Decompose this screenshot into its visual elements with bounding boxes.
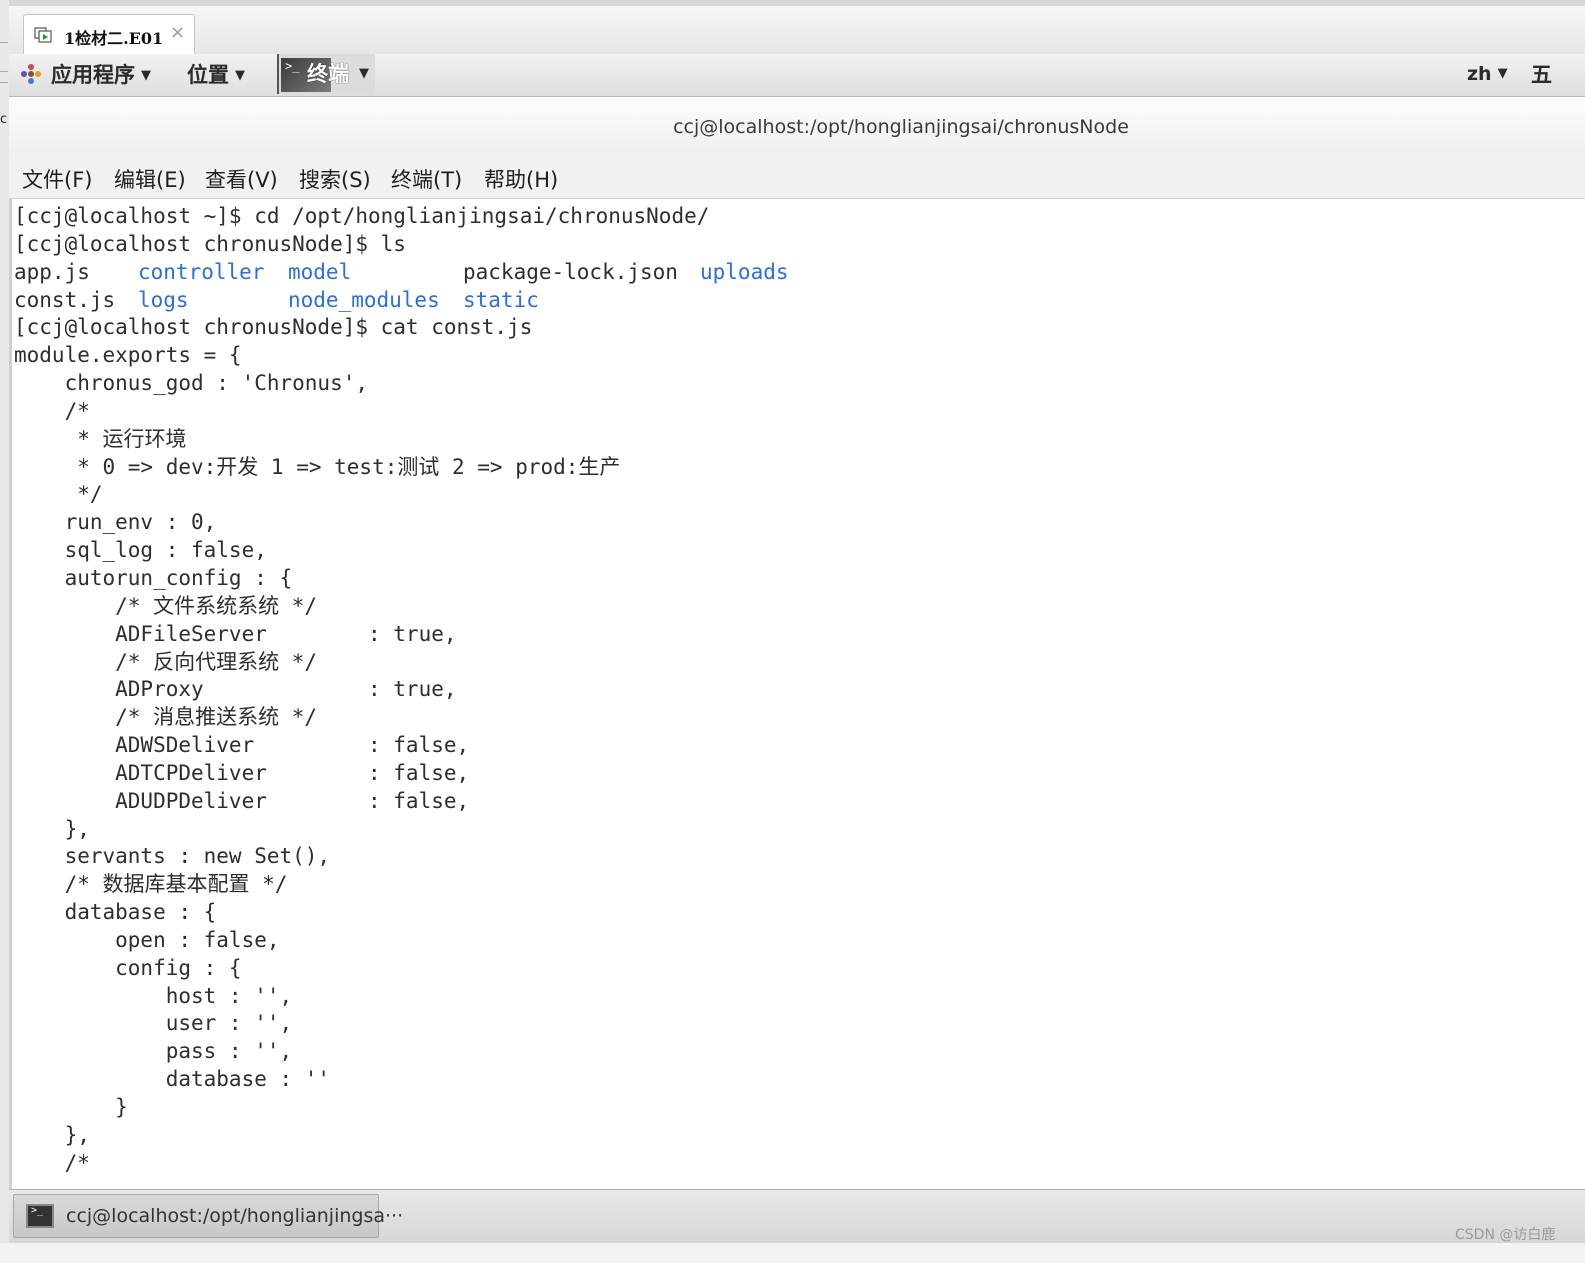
ls-file-entry: app.js <box>14 259 90 284</box>
terminal-line: [ccj@localhost chronusNode]$ cat const.j… <box>14 315 533 340</box>
terminal-icon: >_ <box>26 1204 54 1228</box>
ls-directory-entry: logs <box>138 287 189 312</box>
taskbar-item-label: ccj@localhost:/opt/honglianjingsa··· <box>66 1205 404 1227</box>
terminal-line: /* 消息推送系统 */ <box>14 705 318 730</box>
terminal-line: ADTCPDeliver : false, <box>14 760 470 785</box>
applications-menu[interactable]: 应用程序 ▼ <box>51 59 151 89</box>
input-method-menu[interactable]: zh ▼ <box>1467 63 1508 85</box>
ls-directory-entry: node_modules <box>288 287 440 312</box>
terminal-window: ccj@localhost:/opt/honglianjingsai/chron… <box>9 97 1585 1189</box>
applications-label: 应用程序 <box>51 63 135 87</box>
terminal-line: module.exports = { <box>14 343 242 368</box>
terminal-line: user : '', <box>14 1011 293 1036</box>
terminal-line: * 0 => dev:开发 1 => test:测试 2 => prod:生产 <box>14 454 621 479</box>
ls-directory-entry: static <box>463 287 539 312</box>
vm-window: c 1检材二.E01 × 应用程序 ▼ 位置 ▼ >_ 终端 ▼ zh ▼ 五 … <box>0 0 1585 1263</box>
chevron-down-icon: ▼ <box>1497 66 1508 81</box>
terminal-line: } <box>14 1095 128 1119</box>
input-method-label: zh <box>1467 63 1492 85</box>
ls-directory-entry: controller <box>138 259 265 284</box>
terminal-line: pass : '', <box>14 1039 293 1064</box>
left-strip-glyph: c <box>0 112 8 127</box>
terminal-line: ADUDPDeliver : false, <box>14 788 470 813</box>
terminal-line: /* 数据库基本配置 */ <box>14 872 288 897</box>
watermark: CSDN @访白鹿 <box>1455 1227 1556 1243</box>
left-strip-divider <box>0 82 8 83</box>
vm-icon <box>34 27 52 43</box>
terminal-line: ADProxy : true, <box>14 677 457 702</box>
terminal-menu-label: 终端 <box>307 62 349 86</box>
close-icon[interactable]: × <box>170 22 185 43</box>
ls-file-entry: package-lock.json <box>463 259 678 284</box>
terminal-line: }, <box>14 1122 90 1147</box>
menu-terminal[interactable]: 终端(T) <box>391 164 462 194</box>
terminal-line: autorun_config : { <box>14 565 293 590</box>
terminal-line: ADWSDeliver : false, <box>14 733 470 758</box>
terminal-line: servants : new Set(), <box>14 844 331 869</box>
terminal-line: * 运行环境 <box>14 426 187 451</box>
vm-tab-label: 1检材二.E01 <box>64 29 164 48</box>
terminal-line: /* 反向代理系统 */ <box>14 649 318 674</box>
terminal-line: ADFileServer : true, <box>14 621 457 646</box>
menu-view[interactable]: 查看(V) <box>205 164 278 194</box>
terminal-line: [ccj@localhost chronusNode]$ ls <box>14 231 406 256</box>
bottom-taskbar: >_ ccj@localhost:/opt/honglianjingsa··· <box>9 1189 1585 1243</box>
terminal-lines: [ccj@localhost ~]$ cd /opt/honglianjings… <box>14 203 789 1178</box>
ls-directory-entry: uploads <box>700 259 789 284</box>
terminal-menubar: 文件(F) 编辑(E) 查看(V) 搜索(S) 终端(T) 帮助(H) <box>9 157 1585 199</box>
menu-file[interactable]: 文件(F) <box>22 164 92 194</box>
top-panel: 应用程序 ▼ 位置 ▼ >_ 终端 ▼ zh ▼ 五 <box>9 54 1585 97</box>
clock-label: 五 <box>1531 63 1552 87</box>
terminal-line: */ <box>14 482 103 507</box>
terminal-line: host : '', <box>14 983 293 1008</box>
terminal-line: chronus_god : 'Chronus', <box>14 371 369 396</box>
menu-search[interactable]: 搜索(S) <box>299 164 371 194</box>
chevron-down-icon: ▼ <box>141 68 151 83</box>
ls-file-entry: const.js <box>14 287 116 312</box>
applications-icon <box>21 64 41 84</box>
ls-directory-entry: model <box>288 259 352 284</box>
menu-help[interactable]: 帮助(H) <box>484 164 558 194</box>
clock[interactable]: 五 <box>1531 59 1552 89</box>
terminal-line: database : { <box>14 900 217 925</box>
terminal-line: config : { <box>14 955 242 980</box>
terminal-line: database : '' <box>14 1067 331 1092</box>
terminal-line: /* <box>14 398 90 423</box>
chevron-down-icon: ▼ <box>359 66 369 81</box>
ls-output-row: app.js controller model package-lock.json up… <box>14 259 789 287</box>
vm-tab[interactable]: 1检材二.E01 × <box>23 14 195 54</box>
terminal-line: /* 文件系统系统 */ <box>14 593 318 618</box>
terminal-line: /* <box>14 1150 90 1175</box>
terminal-output[interactable]: [ccj@localhost ~]$ cd /opt/honglianjings… <box>9 199 1585 1189</box>
places-menu[interactable]: 位置 ▼ <box>187 59 245 89</box>
terminal-titlebar[interactable]: ccj@localhost:/opt/honglianjingsai/chron… <box>9 97 1585 157</box>
menu-edit[interactable]: 编辑(E) <box>114 164 186 194</box>
bottom-strip <box>0 1243 1585 1263</box>
vm-tab-bar: 1检材二.E01 × <box>9 0 1585 54</box>
window-title: ccj@localhost:/opt/honglianjingsai/chron… <box>673 116 1129 138</box>
taskbar-item-terminal[interactable]: >_ ccj@localhost:/opt/honglianjingsa··· <box>13 1194 403 1238</box>
terminal-line: }, <box>14 816 90 841</box>
ls-output-row: const.js logs node_modules static <box>14 287 709 315</box>
terminal-line: run_env : 0, <box>14 510 217 535</box>
terminal-line: sql_log : false, <box>14 538 267 563</box>
chevron-down-icon: ▼ <box>235 68 245 83</box>
terminal-menu[interactable]: >_ 终端 ▼ <box>277 54 375 94</box>
left-strip-divider <box>0 42 8 72</box>
terminal-line: [ccj@localhost ~]$ cd /opt/honglianjings… <box>14 204 710 228</box>
terminal-line: open : false, <box>14 927 280 952</box>
places-label: 位置 <box>187 63 229 87</box>
